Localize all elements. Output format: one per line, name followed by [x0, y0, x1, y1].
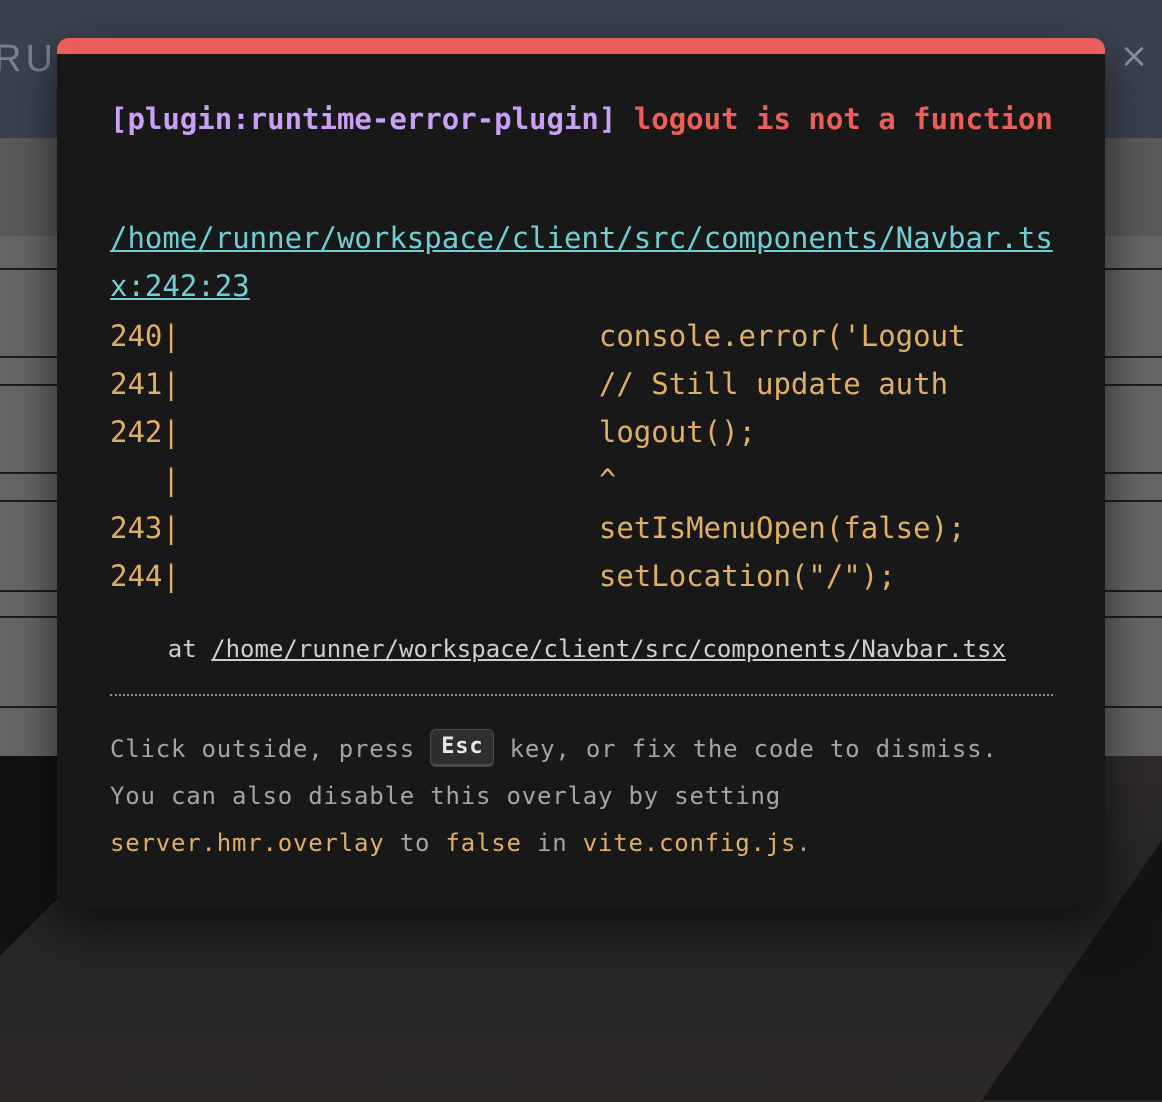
stack-file-link[interactable]: /home/runner/workspace/client/src/compon… [211, 635, 1006, 663]
code-frame: 240| console.error('Logout 241| // Still … [110, 312, 1053, 600]
overlay-divider [110, 694, 1053, 696]
tip-text: . [796, 829, 812, 857]
error-overlay[interactable]: [plugin:runtime-error-plugin] logout is … [57, 38, 1105, 907]
code-frame-line: | ^ [110, 463, 617, 497]
code-frame-line: 244| setLocation("/"); [110, 559, 896, 593]
config-value: false [445, 829, 522, 857]
dismiss-tip: Click outside, press Esc key, or fix the… [110, 726, 1053, 867]
tip-text: key, or fix the code to dismiss. [494, 735, 998, 763]
error-message: [plugin:runtime-error-plugin] logout is … [110, 98, 1053, 140]
esc-key: Esc [430, 729, 495, 767]
page: RUS × [plugin:runtime-error-plugin] logo… [0, 0, 1162, 1102]
code-frame-line: 241| // Still update auth [110, 367, 949, 401]
tip-text: You can also disable this overlay by set… [110, 782, 781, 810]
tip-text: Click outside, press [110, 735, 431, 763]
config-file: vite.config.js [582, 829, 797, 857]
close-icon[interactable]: × [1118, 36, 1150, 76]
error-file-link[interactable]: /home/runner/workspace/client/src/compon… [110, 214, 1053, 310]
tip-text: in [521, 829, 583, 857]
code-frame-line: 243| setIsMenuOpen(false); [110, 511, 966, 545]
error-message-text: logout is not a function [633, 102, 1053, 136]
tip-text: to [384, 829, 446, 857]
stack-prefix: at [110, 635, 212, 663]
plugin-name: [plugin:runtime-error-plugin] [110, 102, 617, 136]
stack-trace: at /home/runner/workspace/client/src/com… [110, 632, 1053, 666]
code-frame-line: 242| logout(); [110, 415, 757, 449]
code-frame-line: 240| console.error('Logout [110, 319, 966, 353]
config-key: server.hmr.overlay [110, 829, 385, 857]
